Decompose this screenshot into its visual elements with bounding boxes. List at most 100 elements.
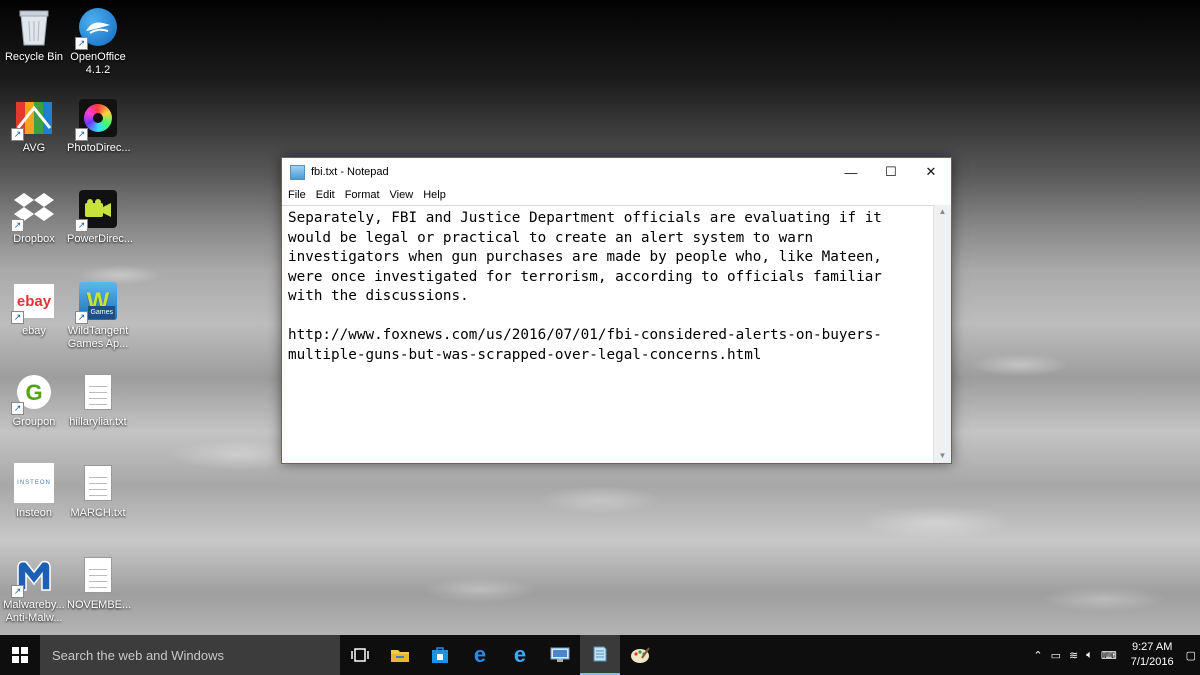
- icon-label: ebay: [22, 325, 46, 337]
- menu-edit[interactable]: Edit: [316, 189, 335, 201]
- text-file-icon: [77, 371, 119, 413]
- clock-time: 9:27 AM: [1132, 641, 1173, 653]
- desktop-icon-photodirector[interactable]: ↗ PhotoDirec...: [67, 97, 131, 155]
- desktop-icon-avg[interactable]: ↗ AVG: [3, 97, 65, 155]
- clock-date: 7/1/2016: [1130, 656, 1174, 668]
- minimize-button[interactable]: —: [831, 158, 871, 186]
- notepad-icon: [290, 164, 305, 180]
- notepad-icon: [593, 646, 607, 662]
- volume-icon[interactable]: 🔈︎: [1086, 649, 1093, 662]
- show-hidden-icons-chevron-icon[interactable]: ⌃: [1033, 649, 1042, 662]
- games-badge: Games: [88, 306, 115, 319]
- openoffice-icon: ↗: [75, 6, 119, 50]
- scroll-down-arrow-icon[interactable]: ▼: [934, 449, 951, 463]
- icon-label: Groupon: [12, 416, 56, 428]
- menu-view[interactable]: View: [390, 189, 414, 201]
- notepad-taskbar-button[interactable]: [580, 635, 620, 675]
- icon-label: hillaryliar.txt: [69, 416, 127, 428]
- desktop-icon-dropbox[interactable]: ↗ Dropbox: [3, 188, 65, 246]
- icon-label: Dropbox: [13, 233, 55, 245]
- notepad-window[interactable]: fbi.txt - Notepad — ☐ ✕ File Edit Format…: [281, 157, 952, 464]
- desktop-icon-powerdirector[interactable]: ↗ PowerDirec...: [67, 188, 134, 246]
- vertical-scrollbar[interactable]: ▲ ▼: [933, 205, 951, 463]
- shortcut-arrow-icon: ↗: [11, 402, 24, 415]
- malwarebytes-icon: ↗: [11, 554, 55, 598]
- icon-label: NOVEMBE...: [67, 599, 132, 611]
- desktop-icon-hillaryliar-txt[interactable]: hillaryliar.txt: [67, 371, 129, 429]
- clock[interactable]: 9:27 AM 7/1/2016: [1121, 640, 1182, 670]
- system-tray: ⌃ ▭ ≋ 🔈︎ ⌨ 9:27 AM 7/1/2016 ▢: [1029, 640, 1200, 670]
- text-file-icon: [77, 462, 119, 504]
- desktop-icon-march-txt[interactable]: MARCH.txt: [67, 462, 129, 520]
- icon-label: WildTangent Games Ap...: [67, 325, 129, 350]
- icon-label: AVG: [22, 142, 46, 154]
- edge-icon: e: [473, 642, 487, 667]
- internet-explorer-button[interactable]: e: [500, 635, 540, 675]
- icon-label: MARCH.txt: [70, 507, 126, 519]
- ebay-icon: ebay ↗: [11, 280, 55, 324]
- menu-format[interactable]: Format: [345, 189, 380, 201]
- powerdirector-icon: ↗: [75, 188, 119, 232]
- insteon-icon: INSTEON: [13, 462, 55, 504]
- shortcut-arrow-icon: ↗: [11, 128, 24, 141]
- insteon-logo-text: INSTEON: [14, 463, 54, 503]
- shortcut-arrow-icon: ↗: [11, 585, 24, 598]
- dropbox-icon: ↗: [11, 188, 55, 232]
- shortcut-arrow-icon: ↗: [75, 219, 88, 232]
- window-title: fbi.txt - Notepad: [311, 166, 389, 178]
- text-editor[interactable]: Separately, FBI and Justice Department o…: [282, 205, 934, 463]
- store-icon: [432, 647, 448, 663]
- ebay-logo-text: ebay: [16, 292, 52, 310]
- battery-icon[interactable]: ▭: [1051, 649, 1061, 662]
- paint-button[interactable]: [620, 635, 660, 675]
- recycle-bin-icon: [13, 6, 55, 48]
- icon-label: OpenOffice 4.1.2: [70, 51, 126, 76]
- desktop-icon-november-txt[interactable]: NOVEMBE...: [67, 554, 132, 612]
- groupon-icon: G ↗: [11, 371, 55, 415]
- menu-help[interactable]: Help: [423, 189, 446, 201]
- wildtangent-games-icon: W Games ↗: [75, 280, 119, 324]
- scroll-up-arrow-icon[interactable]: ▲: [934, 205, 951, 219]
- search-box[interactable]: Search the web and Windows: [40, 635, 340, 675]
- task-view-button[interactable]: [340, 635, 380, 675]
- maximize-button[interactable]: ☐: [871, 158, 911, 186]
- action-center-icon[interactable]: ▢: [1186, 649, 1196, 662]
- remote-desktop-button[interactable]: [540, 635, 580, 675]
- store-button[interactable]: [420, 635, 460, 675]
- icon-label: PowerDirec...: [67, 233, 134, 245]
- shortcut-arrow-icon: ↗: [11, 219, 24, 232]
- file-explorer-button[interactable]: [380, 635, 420, 675]
- menu-bar: File Edit Format View Help: [282, 186, 951, 204]
- desktop-icon-wildtangent[interactable]: W Games ↗ WildTangent Games Ap...: [67, 280, 129, 351]
- text-file-icon: [77, 554, 119, 596]
- title-bar[interactable]: fbi.txt - Notepad — ☐ ✕: [282, 158, 951, 186]
- search-placeholder: Search the web and Windows: [52, 647, 224, 663]
- remote-desktop-icon: [550, 647, 570, 662]
- windows-logo-icon: [12, 647, 28, 663]
- folder-icon: [391, 650, 409, 662]
- desktop-icon-insteon[interactable]: INSTEON Insteon: [3, 462, 65, 520]
- shortcut-arrow-icon: ↗: [75, 37, 88, 50]
- desktop-icon-recycle-bin[interactable]: Recycle Bin: [3, 6, 65, 64]
- start-button[interactable]: [0, 635, 40, 675]
- internet-explorer-icon: e: [513, 642, 527, 667]
- icon-label: PhotoDirec...: [67, 142, 131, 154]
- keyboard-icon[interactable]: ⌨: [1101, 649, 1117, 662]
- shortcut-arrow-icon: ↗: [75, 128, 88, 141]
- menu-file[interactable]: File: [288, 189, 306, 201]
- icon-label: Recycle Bin: [4, 51, 64, 63]
- close-button[interactable]: ✕: [911, 158, 951, 186]
- taskbar: Search the web and Windows e e ⌃ ▭ ≋ 🔈︎ …: [0, 635, 1200, 675]
- wifi-icon[interactable]: ≋: [1069, 649, 1078, 662]
- task-view-icon: [351, 648, 369, 662]
- shortcut-arrow-icon: ↗: [11, 311, 24, 324]
- desktop-icon-ebay[interactable]: ebay ↗ ebay: [3, 280, 65, 338]
- desktop-icon-openoffice[interactable]: ↗ OpenOffice 4.1.2: [67, 6, 129, 77]
- icon-label: Insteon: [15, 507, 53, 519]
- photodirector-icon: ↗: [75, 97, 119, 141]
- icon-label: Malwareby... Anti-Malw...: [3, 599, 65, 624]
- desktop-icon-groupon[interactable]: G ↗ Groupon: [3, 371, 65, 429]
- shortcut-arrow-icon: ↗: [75, 311, 88, 324]
- edge-button[interactable]: e: [460, 635, 500, 675]
- desktop-icon-malwarebytes[interactable]: ↗ Malwareby... Anti-Malw...: [3, 554, 65, 625]
